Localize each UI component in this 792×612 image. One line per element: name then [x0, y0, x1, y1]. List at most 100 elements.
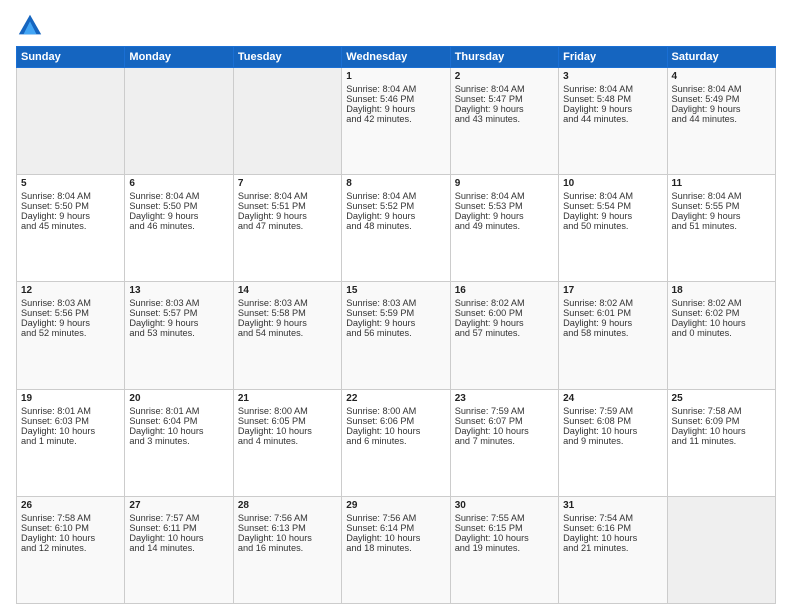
cell-content-line: Daylight: 9 hours	[238, 318, 337, 328]
day-number: 31	[563, 500, 662, 511]
cell-content-line: and 1 minute.	[21, 436, 120, 446]
cell-content-line: and 18 minutes.	[346, 543, 445, 553]
cell-content-line: Daylight: 10 hours	[455, 426, 554, 436]
cell-content-line: Sunrise: 8:04 AM	[563, 191, 662, 201]
day-number: 29	[346, 500, 445, 511]
day-number: 14	[238, 285, 337, 296]
cell-content-line: and 16 minutes.	[238, 543, 337, 553]
day-number: 9	[455, 178, 554, 189]
cell-content-line: Sunset: 6:15 PM	[455, 523, 554, 533]
cell-content-line: Sunset: 5:48 PM	[563, 94, 662, 104]
day-number: 13	[129, 285, 228, 296]
day-number: 30	[455, 500, 554, 511]
cell-content-line: and 12 minutes.	[21, 543, 120, 553]
calendar-cell: 20Sunrise: 8:01 AMSunset: 6:04 PMDayligh…	[125, 389, 233, 496]
cell-content-line: Daylight: 10 hours	[21, 533, 120, 543]
cell-content-line: and 11 minutes.	[672, 436, 771, 446]
cell-content-line: Sunset: 6:02 PM	[672, 308, 771, 318]
cell-content-line: Sunrise: 7:59 AM	[563, 406, 662, 416]
column-header-wednesday: Wednesday	[342, 47, 450, 68]
cell-content-line: Sunset: 6:04 PM	[129, 416, 228, 426]
cell-content-line: Sunrise: 7:58 AM	[21, 513, 120, 523]
cell-content-line: Sunset: 6:08 PM	[563, 416, 662, 426]
cell-content-line: Sunrise: 7:56 AM	[346, 513, 445, 523]
cell-content-line: Sunrise: 8:04 AM	[563, 84, 662, 94]
cell-content-line: Daylight: 10 hours	[346, 426, 445, 436]
cell-content-line: Daylight: 10 hours	[672, 426, 771, 436]
cell-content-line: and 54 minutes.	[238, 328, 337, 338]
cell-content-line: and 45 minutes.	[21, 221, 120, 231]
calendar-cell: 1Sunrise: 8:04 AMSunset: 5:46 PMDaylight…	[342, 68, 450, 175]
calendar-week-1: 1Sunrise: 8:04 AMSunset: 5:46 PMDaylight…	[17, 68, 776, 175]
day-number: 10	[563, 178, 662, 189]
calendar-cell: 5Sunrise: 8:04 AMSunset: 5:50 PMDaylight…	[17, 175, 125, 282]
cell-content-line: Sunset: 6:16 PM	[563, 523, 662, 533]
cell-content-line: and 43 minutes.	[455, 114, 554, 124]
cell-content-line: and 6 minutes.	[346, 436, 445, 446]
cell-content-line: Sunrise: 8:04 AM	[346, 191, 445, 201]
column-header-friday: Friday	[559, 47, 667, 68]
calendar-cell: 25Sunrise: 7:58 AMSunset: 6:09 PMDayligh…	[667, 389, 775, 496]
calendar-cell: 15Sunrise: 8:03 AMSunset: 5:59 PMDayligh…	[342, 282, 450, 389]
calendar-cell: 17Sunrise: 8:02 AMSunset: 6:01 PMDayligh…	[559, 282, 667, 389]
day-number: 27	[129, 500, 228, 511]
cell-content-line: and 7 minutes.	[455, 436, 554, 446]
cell-content-line: Sunset: 6:07 PM	[455, 416, 554, 426]
calendar-cell: 14Sunrise: 8:03 AMSunset: 5:58 PMDayligh…	[233, 282, 341, 389]
cell-content-line: Daylight: 10 hours	[238, 533, 337, 543]
cell-content-line: Sunset: 6:05 PM	[238, 416, 337, 426]
column-header-saturday: Saturday	[667, 47, 775, 68]
day-number: 1	[346, 71, 445, 82]
cell-content-line: Sunrise: 8:03 AM	[238, 298, 337, 308]
cell-content-line: and 0 minutes.	[672, 328, 771, 338]
column-header-thursday: Thursday	[450, 47, 558, 68]
cell-content-line: Daylight: 9 hours	[455, 104, 554, 114]
cell-content-line: Sunset: 6:11 PM	[129, 523, 228, 533]
day-number: 21	[238, 393, 337, 404]
calendar-cell: 29Sunrise: 7:56 AMSunset: 6:14 PMDayligh…	[342, 496, 450, 603]
cell-content-line: Sunrise: 8:04 AM	[346, 84, 445, 94]
cell-content-line: and 58 minutes.	[563, 328, 662, 338]
cell-content-line: Sunset: 5:57 PM	[129, 308, 228, 318]
calendar-cell: 13Sunrise: 8:03 AMSunset: 5:57 PMDayligh…	[125, 282, 233, 389]
page: SundayMondayTuesdayWednesdayThursdayFrid…	[0, 0, 792, 612]
column-header-sunday: Sunday	[17, 47, 125, 68]
cell-content-line: Daylight: 9 hours	[563, 104, 662, 114]
calendar-cell: 28Sunrise: 7:56 AMSunset: 6:13 PMDayligh…	[233, 496, 341, 603]
calendar-cell: 9Sunrise: 8:04 AMSunset: 5:53 PMDaylight…	[450, 175, 558, 282]
day-number: 2	[455, 71, 554, 82]
cell-content-line: and 51 minutes.	[672, 221, 771, 231]
cell-content-line: Sunrise: 7:58 AM	[672, 406, 771, 416]
calendar-cell: 16Sunrise: 8:02 AMSunset: 6:00 PMDayligh…	[450, 282, 558, 389]
cell-content-line: Sunrise: 8:04 AM	[21, 191, 120, 201]
cell-content-line: Sunrise: 8:01 AM	[21, 406, 120, 416]
cell-content-line: Daylight: 10 hours	[21, 426, 120, 436]
calendar-cell: 4Sunrise: 8:04 AMSunset: 5:49 PMDaylight…	[667, 68, 775, 175]
header	[16, 12, 776, 40]
calendar-cell	[233, 68, 341, 175]
calendar-week-5: 26Sunrise: 7:58 AMSunset: 6:10 PMDayligh…	[17, 496, 776, 603]
calendar-week-2: 5Sunrise: 8:04 AMSunset: 5:50 PMDaylight…	[17, 175, 776, 282]
calendar-cell: 22Sunrise: 8:00 AMSunset: 6:06 PMDayligh…	[342, 389, 450, 496]
day-number: 26	[21, 500, 120, 511]
cell-content-line: Sunset: 6:03 PM	[21, 416, 120, 426]
day-number: 11	[672, 178, 771, 189]
cell-content-line: Daylight: 9 hours	[129, 211, 228, 221]
calendar-cell	[125, 68, 233, 175]
cell-content-line: Sunrise: 7:56 AM	[238, 513, 337, 523]
cell-content-line: and 57 minutes.	[455, 328, 554, 338]
logo-icon	[16, 12, 44, 40]
cell-content-line: Daylight: 9 hours	[21, 211, 120, 221]
cell-content-line: Sunrise: 8:04 AM	[238, 191, 337, 201]
cell-content-line: Sunrise: 8:03 AM	[346, 298, 445, 308]
cell-content-line: Sunrise: 8:04 AM	[672, 191, 771, 201]
cell-content-line: Daylight: 9 hours	[346, 104, 445, 114]
cell-content-line: Daylight: 9 hours	[346, 211, 445, 221]
day-number: 19	[21, 393, 120, 404]
calendar-cell: 10Sunrise: 8:04 AMSunset: 5:54 PMDayligh…	[559, 175, 667, 282]
cell-content-line: and 21 minutes.	[563, 543, 662, 553]
cell-content-line: Sunset: 5:55 PM	[672, 201, 771, 211]
calendar-cell: 27Sunrise: 7:57 AMSunset: 6:11 PMDayligh…	[125, 496, 233, 603]
calendar-cell: 31Sunrise: 7:54 AMSunset: 6:16 PMDayligh…	[559, 496, 667, 603]
calendar-cell: 26Sunrise: 7:58 AMSunset: 6:10 PMDayligh…	[17, 496, 125, 603]
